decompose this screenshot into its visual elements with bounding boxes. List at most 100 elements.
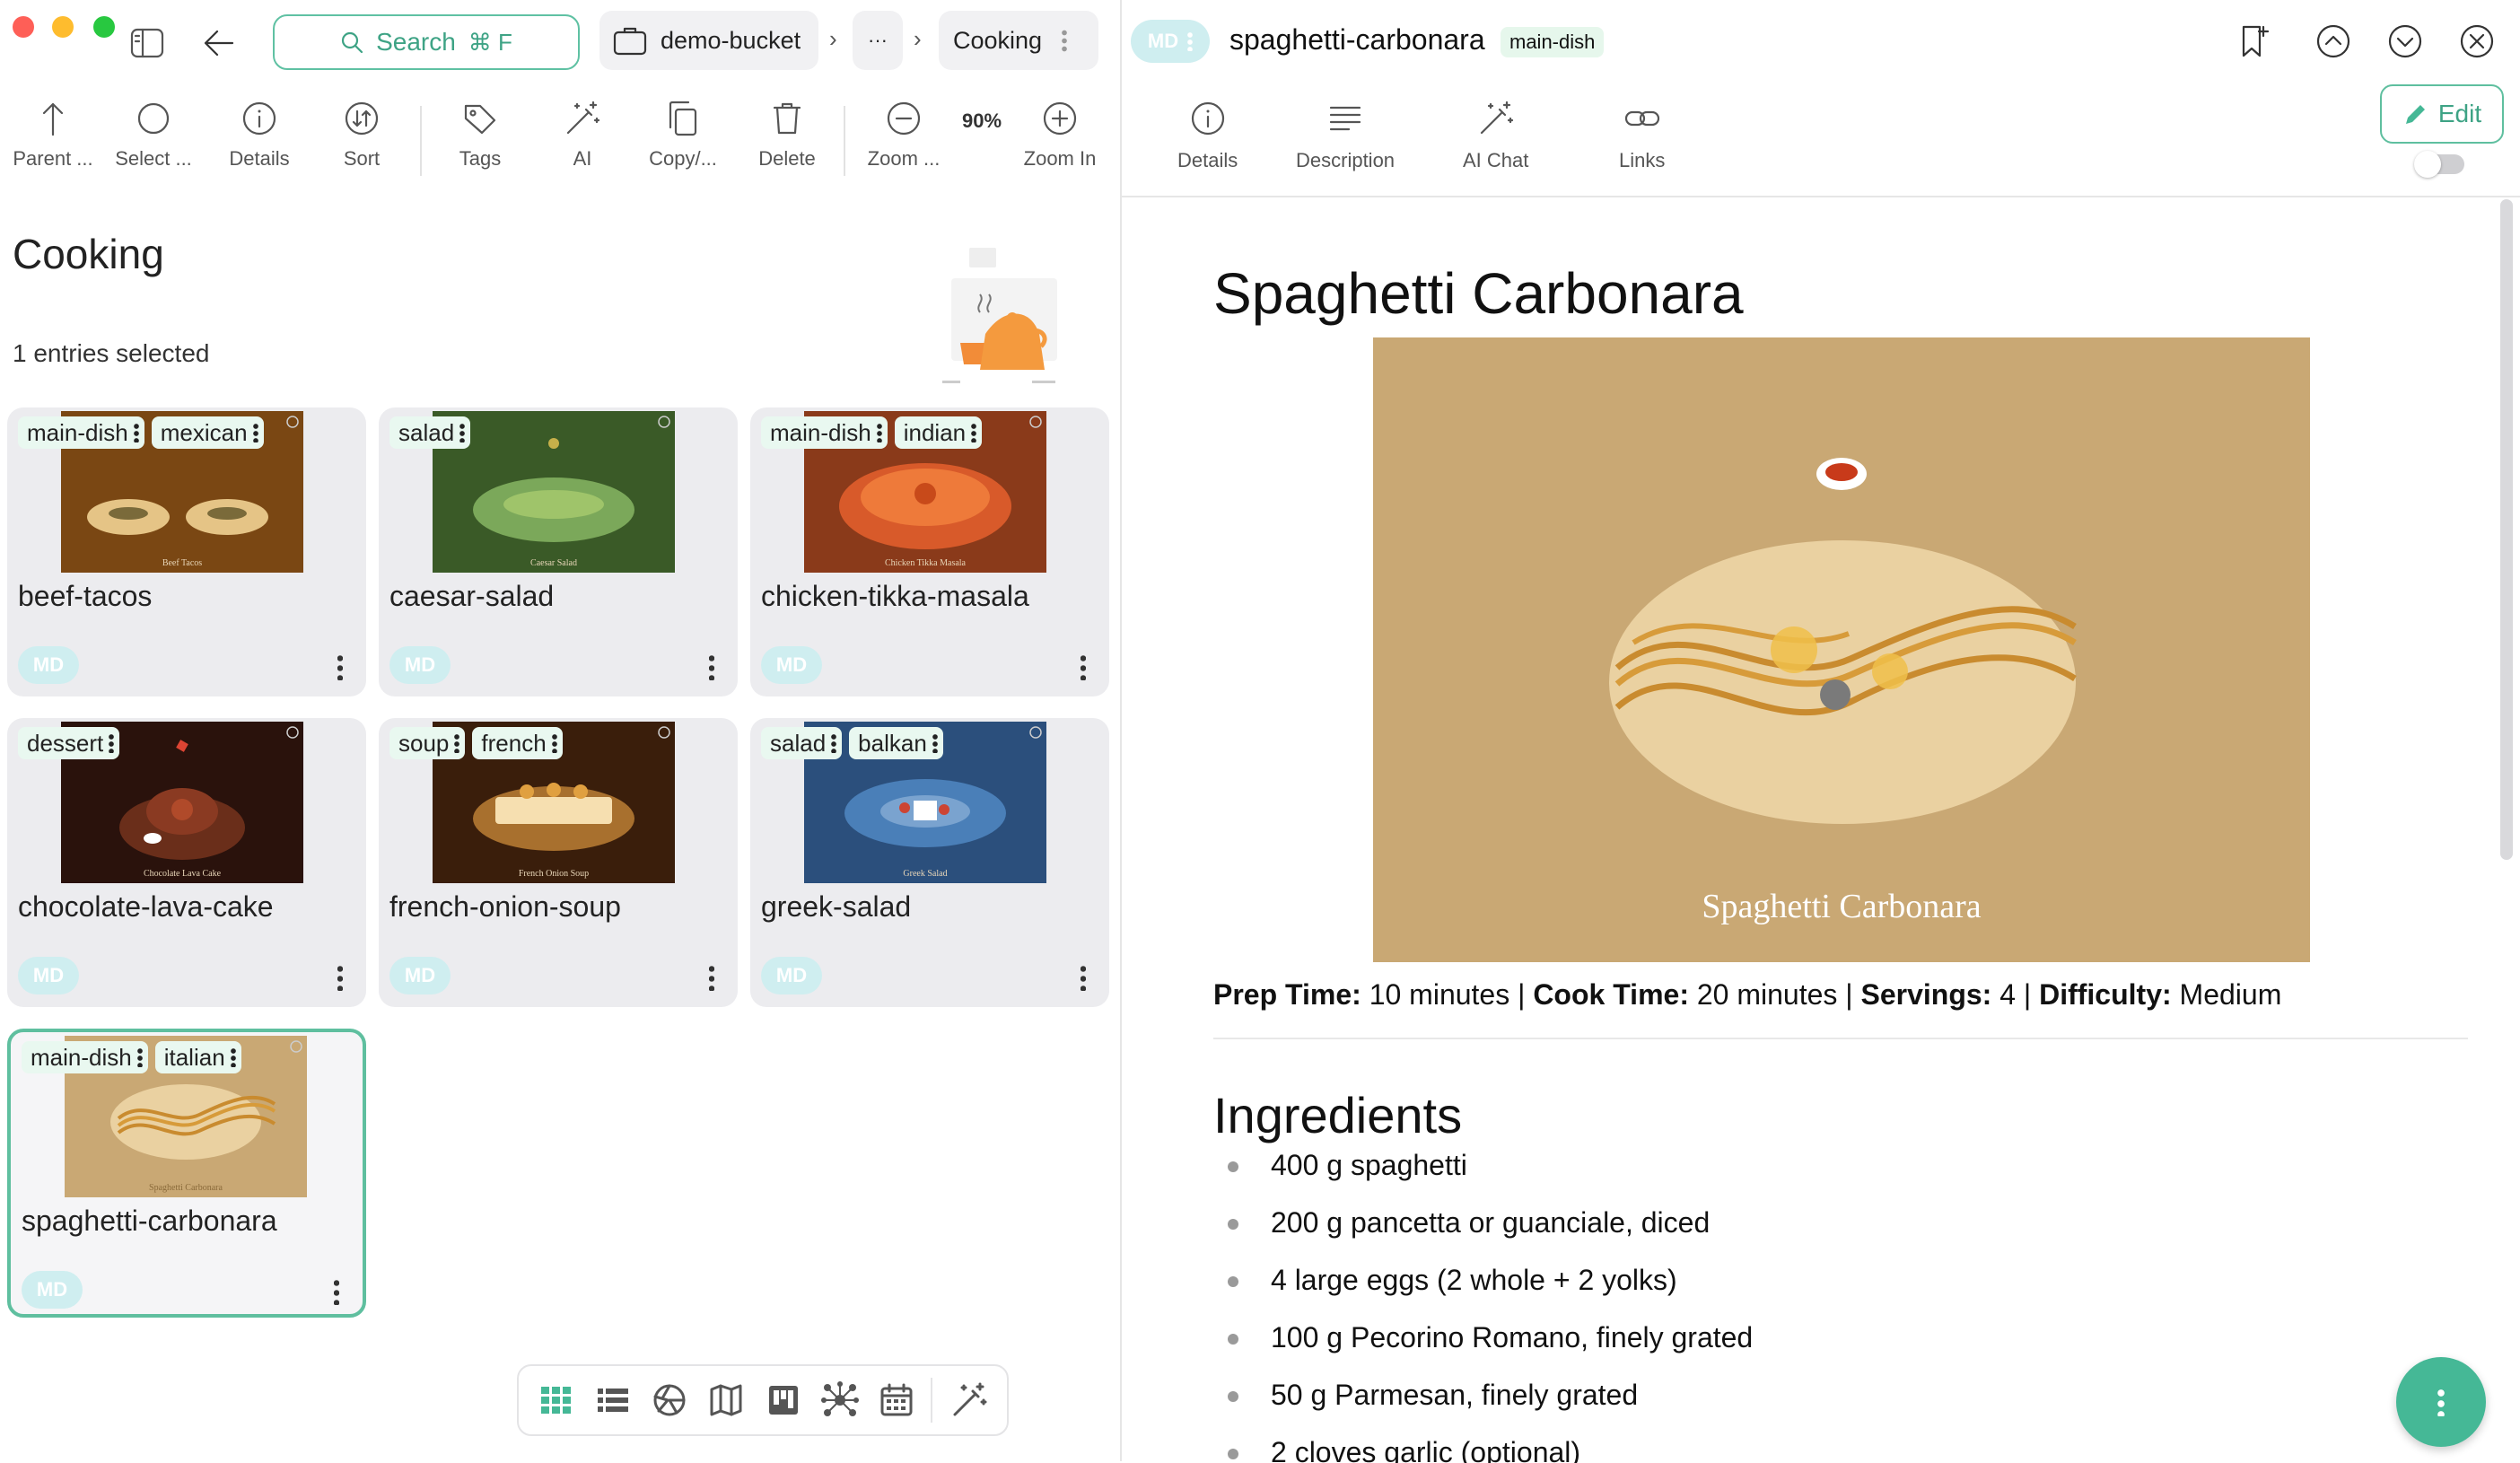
tag-menu-icon[interactable] [551, 733, 557, 753]
sidebar-toggle-icon[interactable] [126, 22, 169, 65]
zoom-in-icon [1043, 101, 1077, 136]
tab-ai-chat[interactable]: AI Chat [1463, 99, 1528, 172]
breadcrumb-current-folder[interactable]: Cooking [939, 11, 1098, 70]
toolbar-divider [420, 106, 422, 176]
minimize-window-button[interactable] [52, 16, 74, 38]
select-button[interactable]: Select ... [104, 99, 203, 171]
entry-tags: main-dish mexican [18, 416, 264, 449]
bookmark-icon[interactable] [2233, 20, 2276, 63]
entry-type-badge: MD [22, 1271, 83, 1309]
entry-tag[interactable]: mexican [151, 416, 264, 449]
tag-menu-icon[interactable] [459, 423, 466, 442]
entry-menu-icon[interactable] [1081, 653, 1086, 680]
parent-folder-button[interactable]: Parent ... [4, 99, 102, 171]
edit-toggle[interactable] [2414, 151, 2464, 178]
more-vertical-icon [2437, 1388, 2445, 1416]
search-shortcut: ⌘ F [468, 28, 512, 56]
next-entry-icon[interactable] [2384, 20, 2427, 63]
entry-card-greek-salad[interactable]: Greek Salad salad balkan greek-salad MD [750, 718, 1109, 1007]
tab-details[interactable]: Details [1177, 99, 1238, 172]
entry-tag[interactable]: soup [389, 727, 466, 759]
zoom-window-button[interactable] [93, 16, 115, 38]
entry-tag[interactable]: french [472, 727, 563, 759]
entry-tags: main-dish italian [22, 1041, 241, 1073]
entry-menu-icon[interactable] [337, 653, 343, 680]
entry-tag[interactable]: balkan [849, 727, 943, 759]
tag-menu-icon[interactable] [252, 423, 258, 442]
edit-button[interactable]: Edit [2380, 84, 2504, 144]
entry-tag[interactable]: main-dish [761, 416, 888, 449]
entry-tag[interactable]: indian [894, 416, 983, 449]
tag-menu-icon[interactable] [831, 733, 837, 753]
kanban-view-icon[interactable] [761, 1378, 806, 1423]
entry-tag[interactable]: dessert [18, 727, 120, 759]
tag-menu-icon[interactable] [932, 733, 938, 753]
tag-menu-icon[interactable] [454, 733, 460, 753]
list-view-icon[interactable] [591, 1378, 635, 1423]
entry-tag[interactable]: main-dish [22, 1041, 148, 1073]
entry-menu-icon[interactable] [334, 1278, 339, 1305]
tag-menu-icon[interactable] [876, 423, 882, 442]
entry-card-chicken-tikka-masala[interactable]: Chicken Tikka Masala main-dish indian chi… [750, 407, 1109, 696]
tag-menu-icon[interactable] [133, 423, 139, 442]
entry-name: greek-salad [761, 890, 912, 923]
tag-menu-icon[interactable] [971, 423, 977, 442]
entry-tags: salad balkan [761, 727, 943, 759]
back-arrow-icon[interactable] [197, 22, 241, 65]
entry-type-badge: MD [18, 957, 79, 994]
entry-tag[interactable]: salad [389, 416, 471, 449]
sort-button[interactable]: Sort [312, 99, 411, 171]
entry-card-beef-tacos[interactable]: Beef Tacos main-dish mexican beef-tacos M… [7, 407, 366, 696]
preview-type-badge[interactable]: MD [1131, 20, 1210, 63]
tab-links[interactable]: Links [1619, 99, 1665, 172]
entry-card-chocolate-lava-cake[interactable]: Chocolate Lava Cake dessert chocolate-la… [7, 718, 366, 1007]
gallery-view-icon[interactable] [647, 1378, 692, 1423]
tab-details-label: Details [1177, 149, 1238, 171]
entry-card-spaghetti-carbonara[interactable]: Spaghetti Carbonara main-dish italian spa… [7, 1029, 366, 1318]
close-window-button[interactable] [13, 16, 34, 38]
graph-view-icon[interactable] [818, 1378, 862, 1423]
details-button[interactable]: Details [210, 99, 309, 171]
tab-description[interactable]: Description [1296, 99, 1395, 172]
entry-tag-label: french [481, 730, 547, 757]
entry-menu-icon[interactable] [709, 964, 714, 991]
entry-name: chocolate-lava-cake [18, 890, 274, 923]
breadcrumb-ellipsis[interactable]: ··· [853, 11, 903, 70]
entry-card-french-onion-soup[interactable]: French Onion Soup soup french french-onio… [379, 718, 738, 1007]
entry-type-badge: MD [389, 957, 451, 994]
folder-menu-icon[interactable] [1062, 29, 1068, 52]
copy-label: Copy/... [649, 147, 717, 170]
entry-tag[interactable]: italian [154, 1041, 241, 1073]
more-actions-button[interactable] [2396, 1357, 2486, 1447]
previous-entry-icon[interactable] [2312, 20, 2355, 63]
ai-button[interactable]: AI [533, 99, 632, 171]
zoom-out-button[interactable]: Zoom ... [854, 99, 953, 171]
breadcrumb-location[interactable]: demo-bucket [599, 11, 818, 70]
tag-menu-icon[interactable] [230, 1047, 236, 1067]
tags-button[interactable]: Tags [431, 99, 529, 171]
ai-assist-icon[interactable] [931, 1378, 992, 1423]
view-mode-bar [517, 1364, 1009, 1436]
entry-tag[interactable]: salad [761, 727, 843, 759]
copy-move-button[interactable]: Copy/... [634, 99, 732, 171]
grid-view-icon[interactable] [534, 1378, 579, 1423]
tag-menu-icon[interactable] [109, 733, 115, 753]
entry-menu-icon[interactable] [1081, 964, 1086, 991]
search-button[interactable]: Search ⌘ F [273, 14, 580, 70]
entry-tag-label: main-dish [27, 419, 128, 446]
entry-name: chicken-tikka-masala [761, 580, 1029, 612]
calendar-view-icon[interactable] [874, 1378, 919, 1423]
entry-card-caesar-salad[interactable]: Caesar Salad salad caesar-salad MD [379, 407, 738, 696]
close-preview-icon[interactable] [2455, 20, 2498, 63]
preview-scrollbar[interactable] [2500, 199, 2513, 860]
map-view-icon[interactable] [704, 1378, 748, 1423]
delete-button[interactable]: Delete [738, 99, 836, 171]
entry-name: caesar-salad [389, 580, 555, 612]
zoom-in-button[interactable]: Zoom In [1011, 99, 1109, 171]
tag-menu-icon[interactable] [136, 1047, 143, 1067]
entry-tag[interactable]: main-dish [18, 416, 144, 449]
entry-menu-icon[interactable] [709, 653, 714, 680]
entry-menu-icon[interactable] [337, 964, 343, 991]
preview-tag[interactable]: main-dish [1501, 27, 1605, 57]
thumbnail-caption: Spaghetti Carbonara [149, 1183, 223, 1193]
